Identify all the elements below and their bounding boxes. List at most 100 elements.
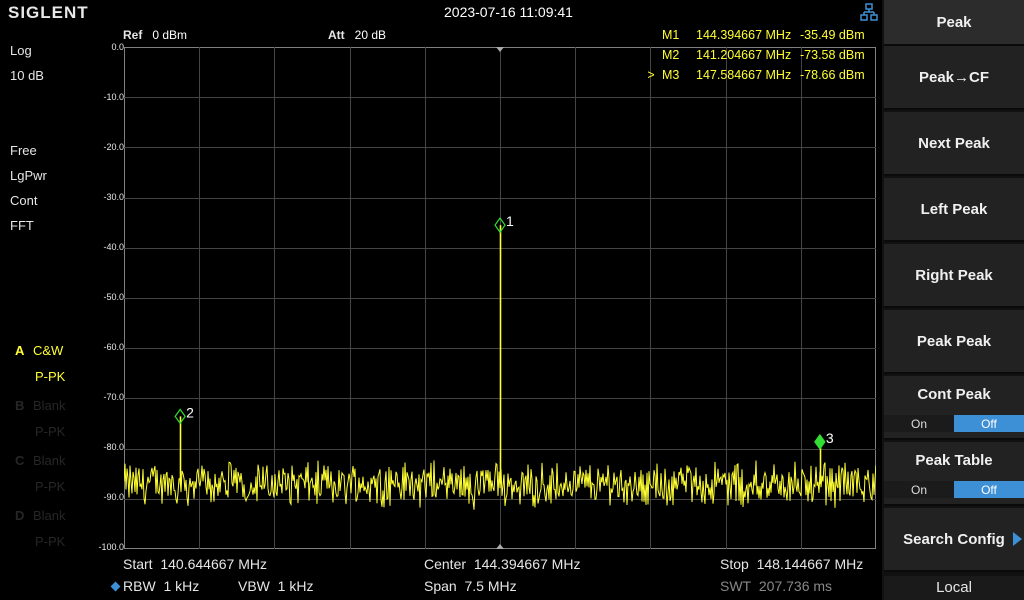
marker-label: 1 xyxy=(506,213,514,229)
trace-c-detector: P-PK xyxy=(35,479,66,494)
ref-label: Ref xyxy=(123,28,143,42)
cont-peak-off[interactable]: Off xyxy=(954,415,1024,432)
center-value: 144.394667 MHz xyxy=(473,556,581,572)
trace-c[interactable]: C Blank xyxy=(15,453,66,468)
left-peak-button[interactable]: Left Peak xyxy=(884,178,1024,242)
center-label: Center xyxy=(424,556,467,572)
scale-div[interactable]: 10 dB xyxy=(10,68,44,83)
sweep-trigger: Free xyxy=(10,143,37,158)
trace-a[interactable]: A C&W xyxy=(15,343,63,358)
ref-level[interactable]: Ref 0 dBm xyxy=(123,28,187,42)
marker-label: 3 xyxy=(826,430,834,446)
cont-peak-switch[interactable]: On Off xyxy=(884,415,1024,432)
span[interactable]: Span 7.5 MHz xyxy=(424,578,517,594)
center-tick-bottom xyxy=(496,544,504,549)
datetime-display: 2023-07-16 11:09:41 xyxy=(444,4,573,20)
marker-row-m2[interactable]: M2 141.204667 MHz -73.58 dBm xyxy=(640,45,865,65)
peak-table-switch[interactable]: On Off xyxy=(884,481,1024,498)
y-tick: -70.0 xyxy=(103,392,124,402)
start-label: Start xyxy=(123,556,153,572)
network-icon[interactable] xyxy=(860,3,878,21)
vbw-label: VBW xyxy=(238,578,270,594)
menu-title-peak[interactable]: Peak xyxy=(884,0,1024,46)
marker-name: M2 xyxy=(662,48,680,62)
peak-table-off[interactable]: Off xyxy=(954,481,1024,498)
trace-mode: Blank xyxy=(33,398,66,413)
span-value: 7.5 MHz xyxy=(464,578,517,594)
span-label: Span xyxy=(424,578,457,594)
trace-letter: D xyxy=(15,508,25,523)
y-tick: -40.0 xyxy=(103,242,124,252)
trace-letter: A xyxy=(15,343,25,358)
peak-lines xyxy=(179,225,822,484)
att-label: Att xyxy=(328,28,345,42)
center-tick-top xyxy=(496,47,504,52)
sweep-type: FFT xyxy=(10,218,34,233)
sweep-time[interactable]: SWT 207.736 ms xyxy=(720,578,832,594)
trace-mode: C&W xyxy=(33,343,64,358)
vbw-value: 1 kHz xyxy=(277,578,314,594)
stop-freq[interactable]: Stop 148.144667 MHz xyxy=(720,556,863,572)
y-tick: -10.0 xyxy=(103,92,124,102)
marker-level: -35.49 dBm xyxy=(800,28,865,42)
trace-d-detector: P-PK xyxy=(35,534,66,549)
vbw[interactable]: VBW 1 kHz xyxy=(238,578,313,594)
search-config-label: Search Config xyxy=(903,530,1005,548)
marker-name: M3 xyxy=(662,68,680,82)
center-freq[interactable]: Center 144.394667 MHz xyxy=(424,556,580,572)
trace-mode: Blank xyxy=(33,508,66,523)
marker-level: -78.66 dBm xyxy=(800,68,865,82)
marker-diamond-icon[interactable] xyxy=(814,433,826,450)
peak-table-label: Peak Table xyxy=(915,452,993,469)
sweep-mode: Cont xyxy=(10,193,38,208)
next-peak-button[interactable]: Next Peak xyxy=(884,112,1024,176)
start-freq[interactable]: Start 140.644667 MHz xyxy=(123,556,267,572)
trace-b[interactable]: B Blank xyxy=(15,398,66,413)
marker-freq: 141.204667 MHz xyxy=(696,48,792,62)
stop-label: Stop xyxy=(720,556,749,572)
attenuation[interactable]: Att 20 dB xyxy=(328,28,386,42)
submenu-arrow-icon xyxy=(1013,532,1022,546)
swt-label: SWT xyxy=(720,578,752,594)
marker-freq: 147.584667 MHz xyxy=(696,68,792,82)
trace-a-detector: P-PK xyxy=(35,369,66,384)
cont-peak-toggle[interactable]: Cont Peak On Off xyxy=(884,376,1024,440)
y-tick: -90.0 xyxy=(103,492,124,502)
local-button[interactable]: Local xyxy=(884,576,1024,600)
start-value: 140.644667 MHz xyxy=(160,556,267,572)
peak-to-cf-button[interactable]: Peak→CF xyxy=(884,46,1024,110)
trace-b-detector: P-PK xyxy=(35,424,66,439)
peak-peak-button[interactable]: Peak Peak xyxy=(884,310,1024,374)
marker-label: 2 xyxy=(186,404,194,420)
trace-letter: C xyxy=(15,453,25,468)
rbw[interactable]: RBW 1 kHz xyxy=(123,578,199,594)
siglent-logo: SIGLENT xyxy=(8,3,89,22)
trace-d[interactable]: D Blank xyxy=(15,508,66,523)
search-config-button[interactable]: Search Config xyxy=(884,508,1024,572)
stop-value: 148.144667 MHz xyxy=(756,556,864,572)
ref-value: 0 dBm xyxy=(152,28,188,42)
cont-peak-label: Cont Peak xyxy=(917,386,991,403)
marker-row-m3[interactable]: > M3 147.584667 MHz -78.66 dBm xyxy=(640,65,865,85)
marker-select-indicator: > xyxy=(647,68,655,82)
att-value: 20 dB xyxy=(354,28,387,42)
y-tick: -20.0 xyxy=(103,142,124,152)
right-peak-button[interactable]: Right Peak xyxy=(884,244,1024,308)
scale-type[interactable]: Log xyxy=(10,43,32,58)
y-tick: -30.0 xyxy=(103,192,124,202)
peak-table-toggle[interactable]: Peak Table On Off xyxy=(884,442,1024,506)
rbw-indicator-icon xyxy=(110,581,121,592)
marker-level: -73.58 dBm xyxy=(800,48,865,62)
avg-type: LgPwr xyxy=(10,168,47,183)
y-tick: -50.0 xyxy=(103,292,124,302)
marker-table: M1 144.394667 MHz -35.49 dBm M2 141.204667 … xyxy=(640,25,865,85)
y-tick: -80.0 xyxy=(103,442,124,452)
spectrum-plot[interactable]: 1 2 3 xyxy=(124,47,876,549)
y-tick: -100.0 xyxy=(98,542,124,552)
trace-mode: Blank xyxy=(33,453,66,468)
marker-row-m1[interactable]: M1 144.394667 MHz -35.49 dBm xyxy=(640,25,865,45)
y-tick: 0.0 xyxy=(111,42,124,52)
trace-letter: B xyxy=(15,398,25,413)
cont-peak-on[interactable]: On xyxy=(884,415,954,432)
peak-table-on[interactable]: On xyxy=(884,481,954,498)
